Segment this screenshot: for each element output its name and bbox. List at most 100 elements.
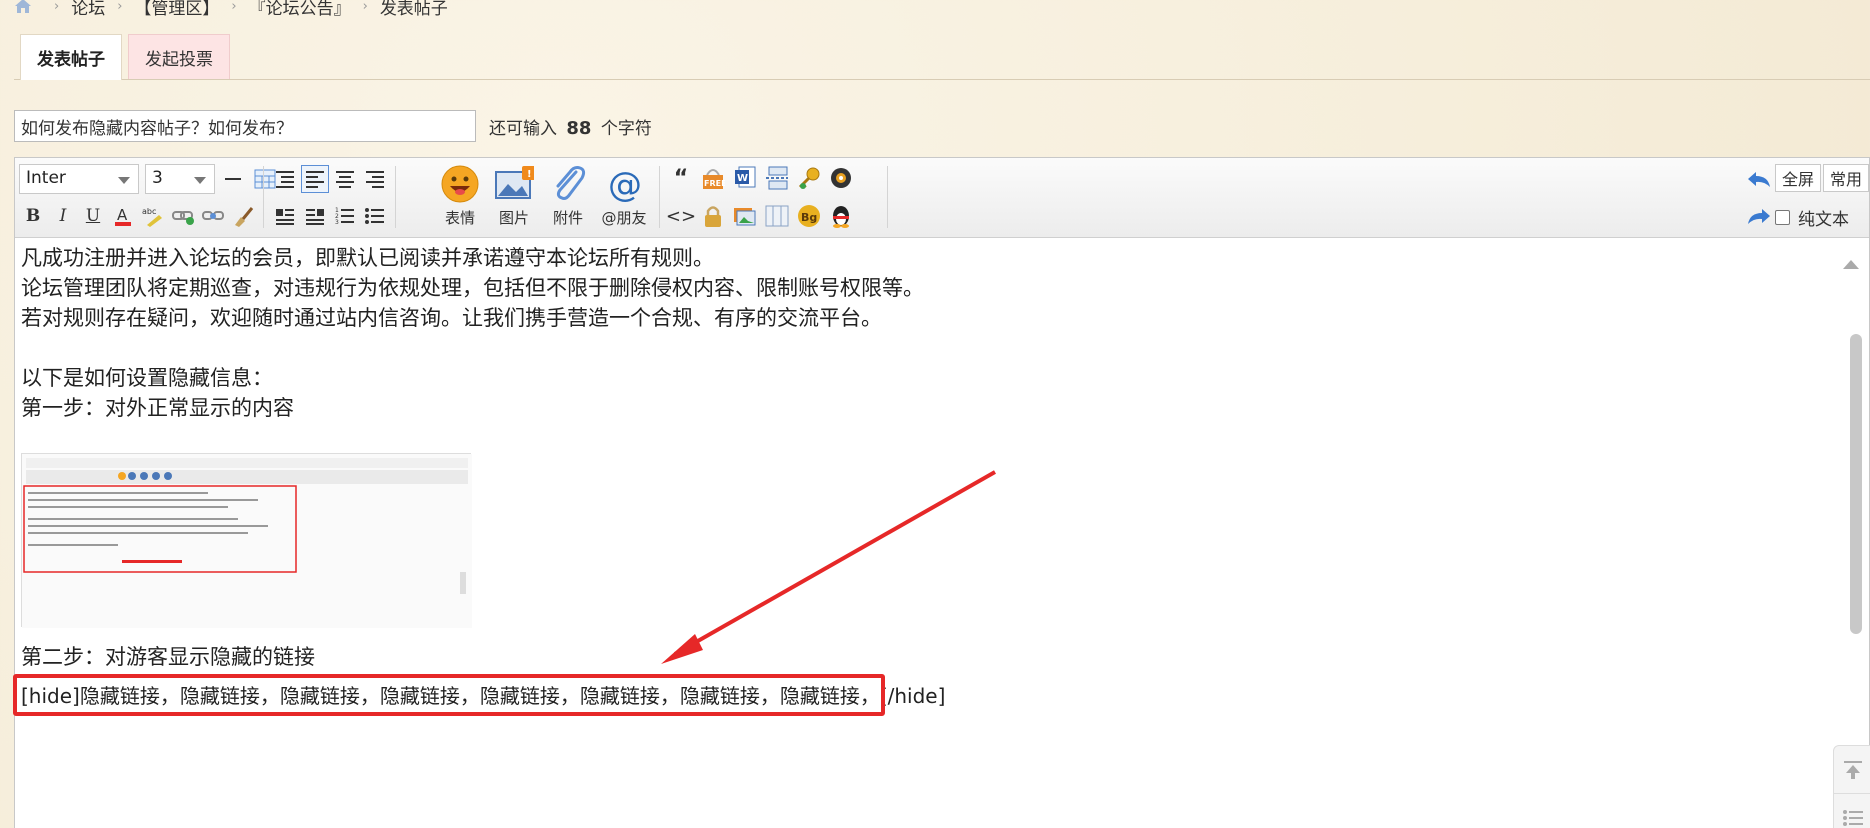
subject-input[interactable] bbox=[14, 110, 476, 142]
post-editor: Inter 3 B I U A abc 1 2 3 表情 ! 图片 附件 @ @… bbox=[13, 157, 1870, 828]
attachment-label: 附件 bbox=[552, 209, 583, 227]
qq-penguin-icon bbox=[833, 206, 849, 228]
tab-new-poll[interactable]: 发起投票 bbox=[128, 34, 230, 80]
tab-new-post[interactable]: 发表帖子 bbox=[20, 34, 122, 80]
horizontal-rule-button[interactable] bbox=[219, 165, 247, 193]
breadcrumb-admin-area[interactable]: 【管理区】 bbox=[134, 0, 219, 19]
unordered-list-button[interactable] bbox=[361, 202, 389, 230]
toolbar-divider bbox=[395, 166, 396, 228]
plain-text-toggle[interactable]: 纯文本 bbox=[1775, 205, 1849, 230]
clear-format-button[interactable] bbox=[229, 202, 257, 230]
italic-button[interactable]: I bbox=[49, 202, 77, 230]
chevron-down-icon bbox=[194, 177, 206, 184]
undo-button[interactable] bbox=[1745, 165, 1773, 193]
plain-text-checkbox[interactable] bbox=[1775, 210, 1790, 225]
underline-icon: U bbox=[85, 206, 101, 226]
float-left-icon bbox=[276, 209, 294, 225]
smiley-icon bbox=[441, 165, 479, 203]
background-image-button[interactable]: Bg bbox=[795, 202, 823, 230]
fullscreen-button[interactable]: 全屏 bbox=[1775, 164, 1822, 192]
toolbar-divider bbox=[659, 166, 660, 228]
emoji-button[interactable]: 表情 bbox=[433, 164, 487, 234]
common-label: 常用 bbox=[1830, 170, 1863, 189]
back-to-top-button[interactable] bbox=[1834, 746, 1870, 794]
bold-button[interactable]: B bbox=[19, 202, 47, 230]
content-line: 论坛管理团队将定期巡查，对违规行为依规处理，包括但不限于删除侵权内容、限制账号权… bbox=[21, 276, 924, 300]
editor-scrollbar[interactable] bbox=[1839, 206, 1869, 828]
screenshot-thumbnail bbox=[22, 454, 472, 628]
align-right-icon bbox=[366, 171, 384, 188]
insert-table-columns-button[interactable] bbox=[763, 202, 791, 230]
insert-link-button[interactable] bbox=[169, 202, 197, 230]
redo-arrow-icon bbox=[1748, 209, 1770, 224]
editor-content[interactable]: 凡成功注册并进入论坛的会员，即默认已阅读并承诺遵守本论坛所有规则。 论坛管理团队… bbox=[21, 243, 1841, 423]
align-left-indent-button[interactable] bbox=[271, 165, 299, 193]
link-icon bbox=[172, 211, 194, 225]
ordered-list-button[interactable]: 123 bbox=[331, 202, 359, 230]
mention-friend-button[interactable]: @ @朋友 bbox=[597, 164, 651, 234]
word-paste-button[interactable]: W bbox=[731, 164, 759, 192]
scroll-up-icon[interactable] bbox=[1843, 260, 1859, 269]
float-left-button[interactable] bbox=[271, 202, 299, 230]
font-family-select[interactable]: Inter bbox=[19, 164, 139, 194]
highlighter-icon: abc bbox=[142, 207, 162, 227]
chevron-down-icon bbox=[118, 177, 130, 184]
free-icon: FREE bbox=[703, 169, 725, 189]
svg-text:Bg: Bg bbox=[801, 211, 817, 224]
background-color-button[interactable]: abc bbox=[139, 202, 167, 230]
toolbar-divider bbox=[263, 166, 264, 228]
remain-count: 88 bbox=[566, 118, 592, 139]
float-right-button[interactable] bbox=[301, 202, 329, 230]
align-center-button[interactable] bbox=[331, 165, 359, 193]
font-size-select[interactable]: 3 bbox=[145, 164, 215, 194]
font-color-button[interactable]: A bbox=[109, 202, 137, 230]
svg-text:W: W bbox=[737, 173, 748, 184]
align-indent-icon bbox=[276, 171, 294, 188]
breadcrumb-announcements[interactable]: 『论坛公告』 bbox=[249, 0, 351, 19]
image-button[interactable]: ! 图片 bbox=[487, 164, 541, 234]
unlink-icon bbox=[202, 211, 224, 220]
qq-button[interactable] bbox=[827, 202, 855, 230]
page-break-icon bbox=[766, 166, 788, 190]
svg-text:FREE: FREE bbox=[704, 179, 725, 188]
page-break-button[interactable] bbox=[763, 164, 791, 192]
embedded-screenshot-image[interactable] bbox=[21, 453, 472, 628]
font-size-value: 3 bbox=[152, 168, 163, 188]
content-line: 若对规则存在疑问，欢迎随时通过站内信咨询。让我们携手营造一个合规、有序的交流平台… bbox=[21, 306, 882, 330]
bold-icon: B bbox=[25, 206, 41, 226]
align-left-button[interactable] bbox=[301, 165, 329, 193]
free-content-button[interactable]: FREE bbox=[699, 164, 727, 192]
media-button[interactable] bbox=[827, 164, 855, 192]
code-button[interactable]: <> bbox=[666, 202, 696, 230]
breadcrumb-current: 发表帖子 bbox=[379, 0, 448, 19]
quote-button[interactable]: “ bbox=[667, 164, 695, 192]
insert-image-url-button[interactable] bbox=[731, 202, 759, 230]
redo-button[interactable] bbox=[1745, 202, 1773, 230]
italic-icon: I bbox=[59, 206, 67, 226]
breadcrumb-separator: › bbox=[231, 0, 237, 14]
list-icon bbox=[1843, 810, 1863, 826]
home-icon[interactable] bbox=[14, 0, 32, 14]
password-button[interactable] bbox=[795, 164, 823, 192]
unordered-list-icon bbox=[365, 208, 384, 224]
svg-text:@: @ bbox=[608, 165, 642, 204]
remain-suffix: 个字符 bbox=[600, 119, 652, 139]
attachment-button[interactable]: 附件 bbox=[541, 164, 595, 234]
common-button[interactable]: 常用 bbox=[1823, 164, 1869, 192]
scroll-thumb[interactable] bbox=[1850, 334, 1862, 634]
remove-link-button[interactable] bbox=[199, 202, 227, 230]
annotation-arrow-icon bbox=[661, 470, 996, 664]
font-color-icon: A bbox=[115, 206, 131, 226]
at-sign-icon: @ bbox=[608, 165, 642, 204]
hide-content-button[interactable] bbox=[699, 202, 727, 230]
outline-button[interactable] bbox=[1834, 794, 1870, 828]
media-disc-icon bbox=[831, 168, 851, 188]
float-right-icon bbox=[306, 209, 324, 225]
svg-text:3: 3 bbox=[335, 219, 339, 225]
underline-button[interactable]: U bbox=[79, 202, 107, 230]
horizontal-rule-icon bbox=[225, 178, 241, 180]
align-right-button[interactable] bbox=[361, 165, 389, 193]
align-center-icon bbox=[336, 171, 354, 188]
breadcrumb-forum[interactable]: 论坛 bbox=[71, 0, 105, 19]
subject-remaining: 还可输入 88 个字符 bbox=[489, 114, 652, 139]
